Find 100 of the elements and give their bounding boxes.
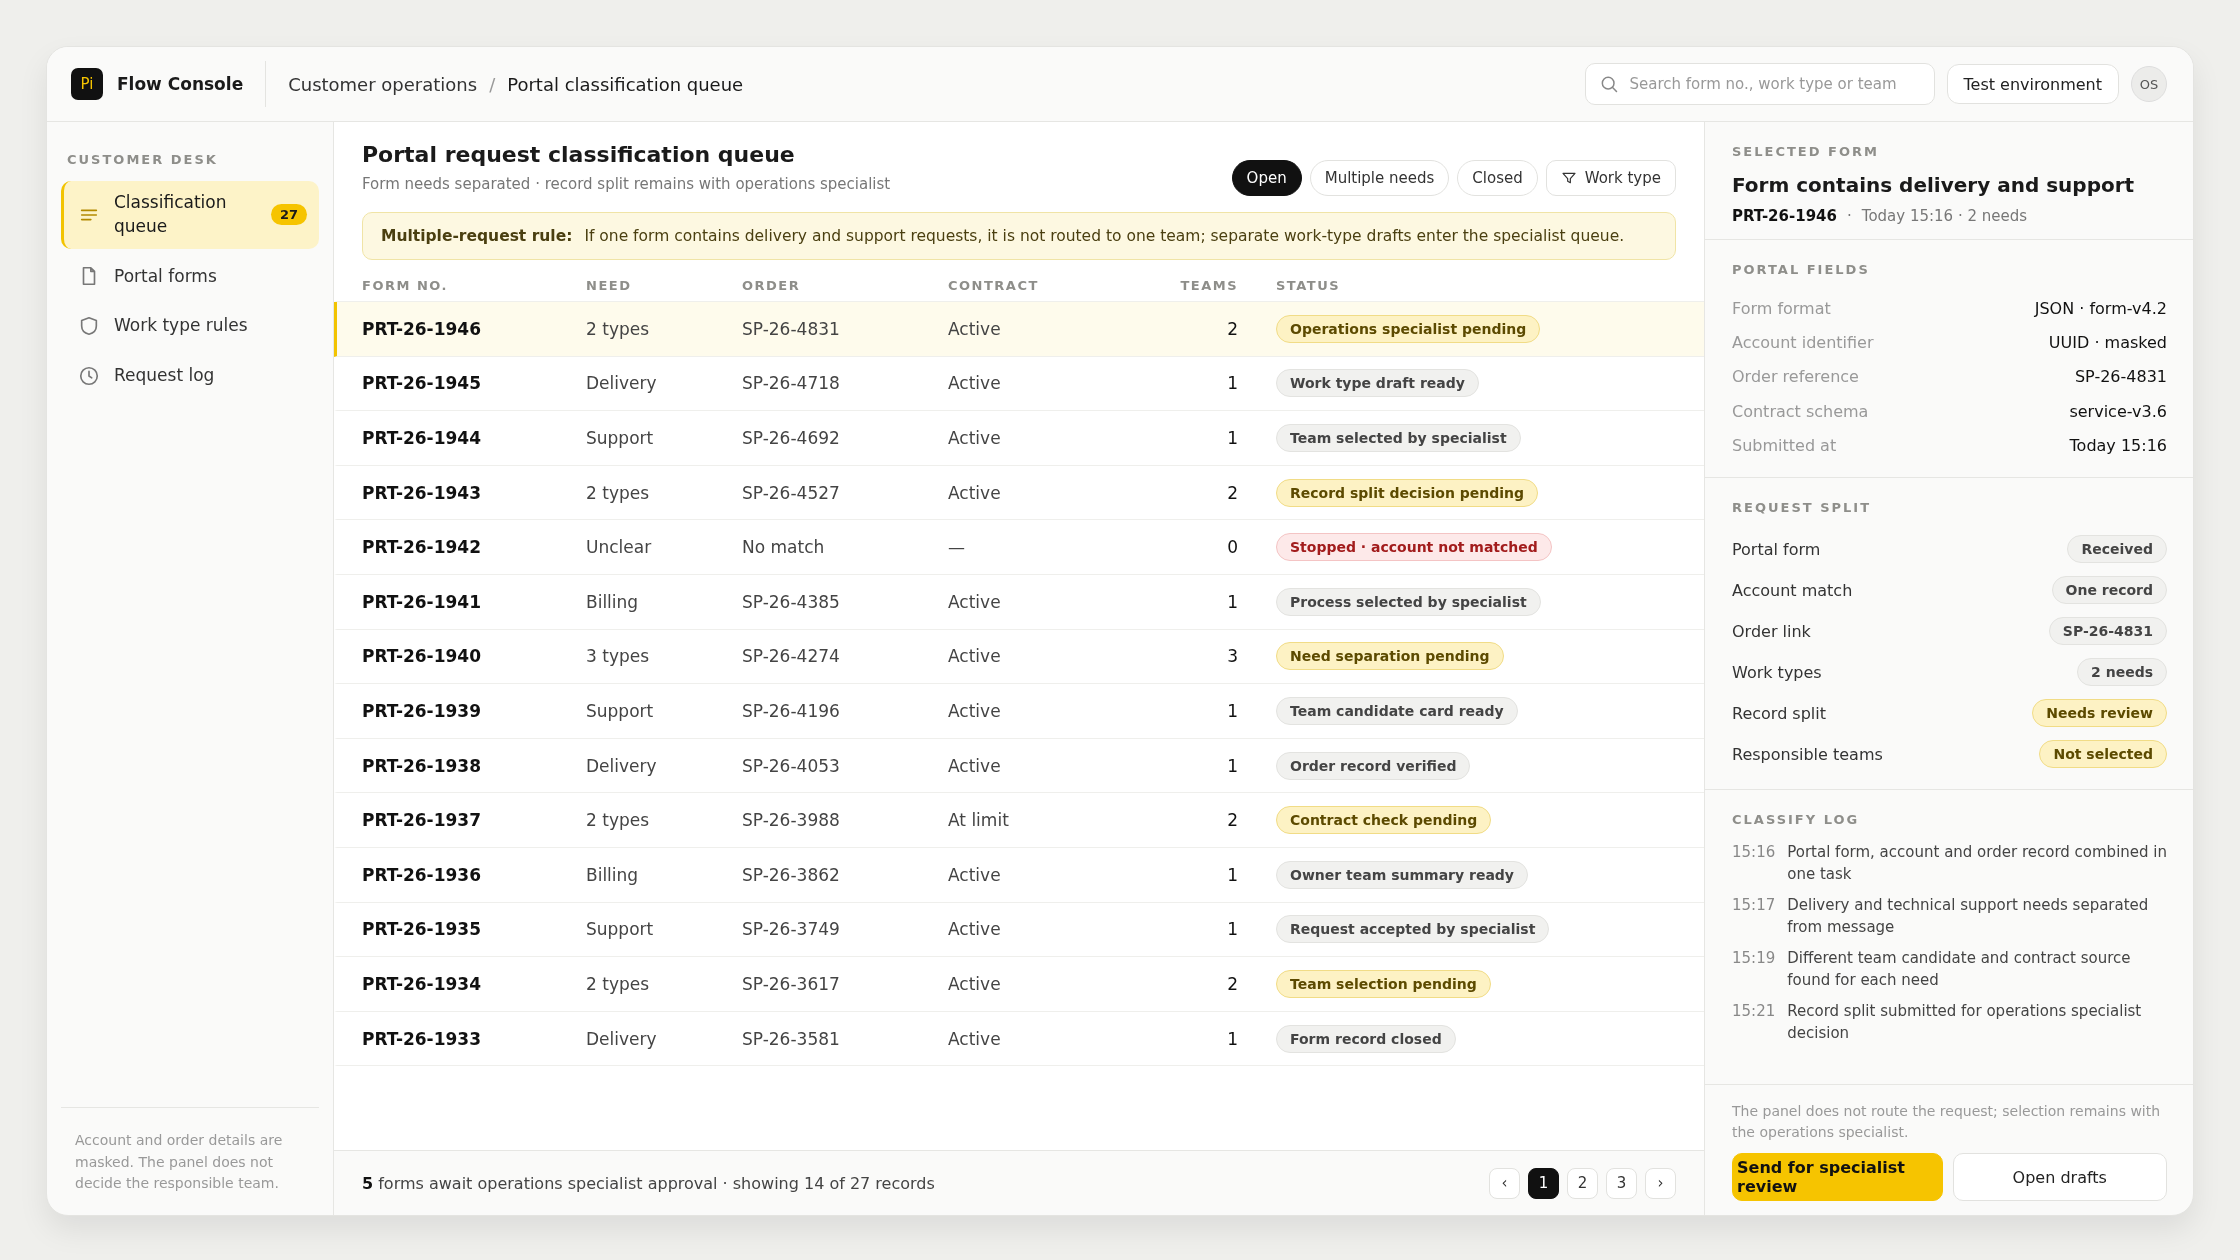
table-cell-text: PRT-26-1946 <box>361 318 482 339</box>
table-cell-text: SP-26-4831 <box>742 318 841 339</box>
previous-page-button[interactable]: ‹ <box>1489 1167 1520 1199</box>
breadcrumb-link[interactable]: Customer operations <box>288 73 478 95</box>
log-text: Different team candidate and contract source found for each need <box>1787 947 2132 992</box>
sidebar-note: Account and order details are masked. The panel does not decide the responsible team. <box>61 1106 319 1195</box>
table-cell-text: 2 <box>1226 482 1238 503</box>
column-header: TEAMS <box>1179 278 1238 293</box>
status-tag: Request accepted by specialist <box>1276 915 1550 944</box>
table-cell-text: No match <box>742 537 826 558</box>
table-row[interactable]: PRT-26-1941 Billing SP-26-4385 Active 1 Process selected by specialist <box>334 574 1704 630</box>
open-drafts-button[interactable]: Open drafts <box>1952 1153 2167 1201</box>
page-title: Portal request classification queue <box>362 142 796 167</box>
table-cell-text: 2 types <box>586 810 651 831</box>
field-label: Account identifier <box>1732 333 1874 353</box>
field-value: UUID · masked <box>2048 333 2167 353</box>
log-text: Portal form, account and order record combined in one task <box>1787 841 2167 886</box>
table-cell-text: SP-26-4718 <box>742 373 841 394</box>
send-review-button[interactable]: Send for specialist review <box>1732 1153 1943 1201</box>
page-subtitle: Form needs separated · record split remains with operations specialist <box>362 175 891 193</box>
table-cell-text: 0 <box>1226 537 1238 558</box>
table-cell-text: At limit <box>948 810 1010 831</box>
sidebar-item[interactable]: Work type rules <box>61 304 319 349</box>
user-avatar[interactable]: OS <box>2131 66 2167 102</box>
column-header: ORDER <box>742 278 802 293</box>
table-row[interactable]: PRT-26-1933 Delivery SP-26-3581 Active 1 Form record closed <box>334 1011 1704 1067</box>
table-cell-text: 2 types <box>586 482 651 503</box>
breadcrumb-link[interactable]: Portal classification queue <box>507 73 744 95</box>
status-tag: Need separation pending <box>1276 642 1504 671</box>
table-cell-text: SP-26-4196 <box>742 700 841 721</box>
section-heading: REQUEST SPLIT <box>1732 499 1872 515</box>
status-tag: Owner team summary ready <box>1276 860 1528 889</box>
table-row[interactable]: PRT-26-1937 2 types SP-26-3988 At limit 2 Contract check pending <box>334 793 1704 848</box>
sidebar-item-label: Portal forms <box>114 264 218 288</box>
table-cell-text: Unclear <box>586 537 653 558</box>
rule-text: If one form contains delivery and support requests, it is not routed to one team; separate work-type drafts enter the specialist queue. <box>584 227 1625 245</box>
table-row[interactable]: PRT-26-1940 3 types SP-26-4274 Active 3 Need separation pending <box>334 629 1704 685</box>
table-cell-text: 1 <box>1226 755 1238 776</box>
table-cell-text: PRT-26-1943 <box>361 482 482 503</box>
table-cell-text: Active <box>948 700 1002 721</box>
table-cell-text: 2 types <box>586 318 651 339</box>
table-row[interactable]: PRT-26-1935 Support SP-26-3749 Active 1 Request accepted by specialist <box>334 902 1704 958</box>
status-tag: Stopped · account not matched <box>1276 533 1552 562</box>
status-tag: Process selected by specialist <box>1276 587 1541 616</box>
filter-chip[interactable]: Closed <box>1457 160 1538 196</box>
filter-button[interactable]: Work type <box>1545 160 1676 196</box>
table-cell-text: PRT-26-1933 <box>361 1028 482 1049</box>
table-row[interactable]: PRT-26-1944 Support SP-26-4692 Active 1 Team selected by specialist <box>334 411 1704 466</box>
table-cell-text: Active <box>948 646 1002 667</box>
filter-chip[interactable]: Open <box>1231 160 1302 196</box>
search-field[interactable]: Search form no., work type or team <box>1584 63 1935 105</box>
next-page-button[interactable]: › <box>1645 1167 1676 1199</box>
table-cell-text: 1 <box>1226 373 1238 394</box>
table-cell-text: Active <box>948 973 1002 994</box>
status-tag: Team selected by specialist <box>1276 424 1521 452</box>
table-cell-text: PRT-26-1944 <box>361 428 482 448</box>
split-label: Work types <box>1732 662 1822 682</box>
split-label: Responsible teams <box>1732 744 1883 764</box>
table-row[interactable]: PRT-26-1938 Delivery SP-26-4053 Active 1 Order record verified <box>334 738 1704 794</box>
status-tag: 2 needs <box>2077 658 2167 687</box>
status-tag: One record <box>2051 576 2167 605</box>
page-button[interactable]: 3 <box>1606 1167 1637 1199</box>
table-cell-text: PRT-26-1940 <box>361 646 482 667</box>
field-label: Order reference <box>1732 367 1859 387</box>
sidebar-item[interactable]: Portal forms <box>61 254 319 299</box>
rule-label: Multiple-request rule: <box>381 227 573 245</box>
table-row[interactable]: PRT-26-1942 Unclear No match — 0 Stopped · account not matched <box>334 520 1704 575</box>
table-cell-text: 1 <box>1226 428 1238 448</box>
sidebar-item[interactable]: Request log <box>61 354 319 398</box>
filter-chip[interactable]: Multiple needs <box>1309 160 1450 196</box>
table-cell-text: 1 <box>1226 919 1238 940</box>
table-row[interactable]: PRT-26-1946 2 types SP-26-4831 Active 2 Operations specialist pending <box>334 302 1704 357</box>
table-cell-text: — <box>948 537 966 558</box>
table-cell-text: 3 types <box>586 646 651 667</box>
column-header: FORM NO. <box>361 278 449 293</box>
table-row[interactable]: PRT-26-1943 2 types SP-26-4527 Active 2 Record split decision pending <box>334 465 1704 521</box>
split-label: Order link <box>1732 621 1811 641</box>
table-row[interactable]: PRT-26-1945 Delivery SP-26-4718 Active 1 Work type draft ready <box>334 356 1704 412</box>
table-cell-text: PRT-26-1937 <box>361 810 482 831</box>
table-cell-text: 2 <box>1226 810 1238 831</box>
table-cell-text: Support <box>586 428 655 448</box>
section-heading: CLASSIFY LOG <box>1732 811 1861 827</box>
sidebar-item[interactable]: Classification queue 27 <box>61 181 319 249</box>
page-button[interactable]: 1 <box>1528 1167 1559 1199</box>
column-header: STATUS <box>1275 278 1342 293</box>
table-cell-text: SP-26-3749 <box>742 919 841 940</box>
status-tag: Needs review <box>2032 699 2167 728</box>
field-value: service-v3.6 <box>2069 401 2167 421</box>
log-time: 15:17 <box>1732 894 1776 916</box>
table-row[interactable]: PRT-26-1934 2 types SP-26-3617 Active 2 Team selection pending <box>334 957 1704 1012</box>
status-tag: Form record closed <box>1276 1024 1456 1053</box>
form-number: PRT-26-1946 <box>1732 207 1837 225</box>
field-value: Today 15:16 <box>2069 436 2167 456</box>
page-button[interactable]: 2 <box>1567 1167 1598 1199</box>
table-row[interactable]: PRT-26-1936 Billing SP-26-3862 Active 1 Owner team summary ready <box>334 847 1704 903</box>
breadcrumb-separator: / <box>489 73 496 95</box>
environment-button[interactable]: Test environment <box>1946 64 2119 104</box>
table-cell-text: PRT-26-1936 <box>361 864 482 885</box>
table-row[interactable]: PRT-26-1939 Support SP-26-4196 Active 1 Team candidate card ready <box>334 684 1704 739</box>
table-cell-text: SP-26-3862 <box>742 864 841 885</box>
